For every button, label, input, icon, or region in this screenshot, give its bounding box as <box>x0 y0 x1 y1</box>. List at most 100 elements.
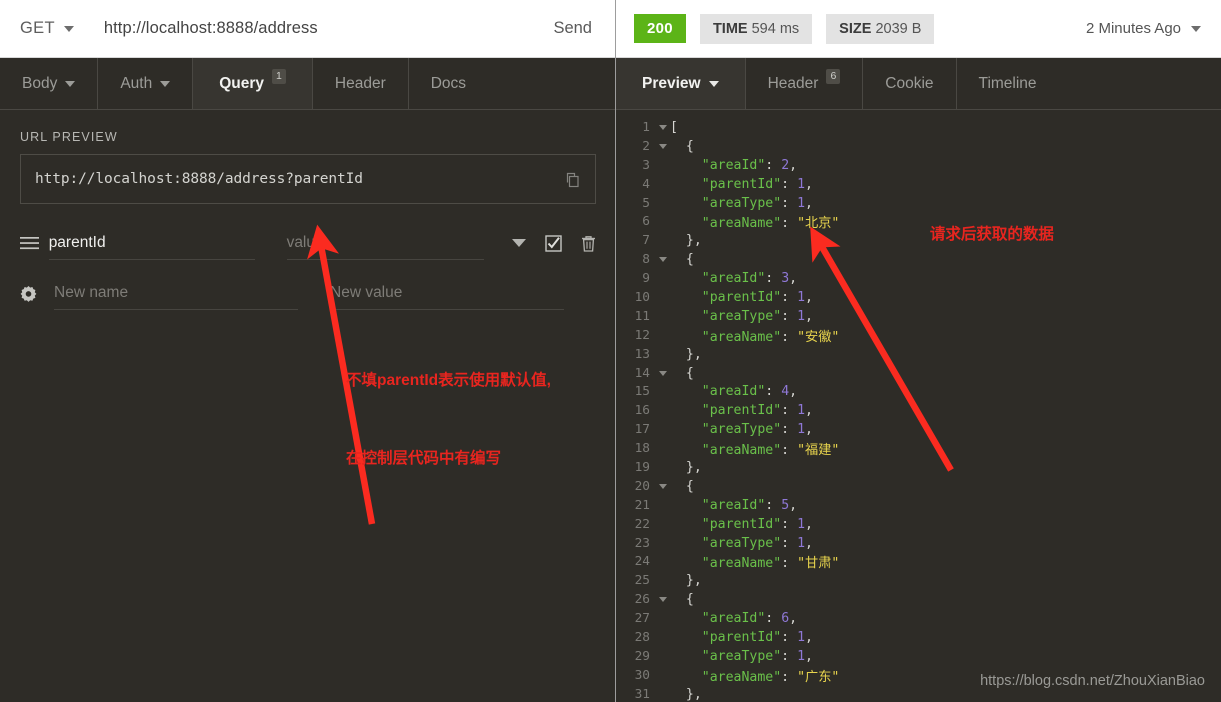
json-line-content: { <box>685 365 694 381</box>
status-badge: 200 <box>634 14 686 43</box>
url-input[interactable]: http://localhost:8888/address <box>104 19 548 38</box>
fold-triangle-icon[interactable] <box>656 597 670 603</box>
json-line: 15 "areaId": 4, <box>616 382 1221 401</box>
json-line-content: "areaId": 5, <box>701 497 798 513</box>
gear-icon[interactable] <box>20 285 54 302</box>
url-preview-value: http://localhost:8888/address?parentId <box>35 171 363 187</box>
fold-triangle-icon[interactable] <box>656 257 670 263</box>
request-bar: GET http://localhost:8888/address Send <box>0 0 616 58</box>
fold-triangle-icon[interactable] <box>656 370 670 376</box>
tab-query-label: Query <box>219 74 265 92</box>
checkbox-checked-icon[interactable] <box>545 234 562 252</box>
annotation-right-text: 请求后获取的数据 <box>929 226 1054 243</box>
tab-timeline[interactable]: Timeline <box>957 58 1059 109</box>
response-panel: 200 TIME 594 ms SIZE 2039 B 2 Minutes Ag… <box>616 0 1221 702</box>
json-line-content: "areaType": 1, <box>701 535 813 551</box>
json-line-content: }, <box>685 346 702 362</box>
query-param-row: parentId value <box>20 218 596 268</box>
chevron-down-icon <box>160 80 171 87</box>
url-preview-section: URL PREVIEW http://localhost:8888/addres… <box>0 110 616 204</box>
json-line: 3 "areaId": 2, <box>616 156 1221 175</box>
json-line-number: 14 <box>634 365 650 381</box>
response-size-label: SIZE <box>839 20 872 37</box>
json-line: 1[ <box>616 118 1221 137</box>
request-tab-bar: Body Auth Query 1 Header Docs <box>0 58 616 110</box>
json-line-number: 12 <box>634 327 650 343</box>
json-line-number: 28 <box>634 629 650 645</box>
tab-cookie[interactable]: Cookie <box>863 58 957 109</box>
new-param-name-placeholder: New name <box>54 283 129 301</box>
json-line: 24 "areaName": "甘肃" <box>616 552 1221 571</box>
tab-docs[interactable]: Docs <box>409 58 488 109</box>
api-client-window: GET http://localhost:8888/address Send B… <box>0 0 1221 702</box>
tab-header[interactable]: Header <box>313 58 409 109</box>
json-line-number: 7 <box>642 233 650 249</box>
json-line-content: "areaType": 1, <box>701 308 813 324</box>
json-line-content: "areaId": 3, <box>701 271 798 287</box>
json-line-number: 19 <box>634 459 650 475</box>
json-line-number: 27 <box>634 611 650 627</box>
tab-response-header[interactable]: Header 6 <box>746 58 864 109</box>
drag-handle-icon[interactable] <box>20 236 49 250</box>
param-row-controls <box>512 234 596 252</box>
chevron-down-icon <box>1191 25 1201 32</box>
annotation-right: 请求后获取的数据 <box>904 196 1054 274</box>
json-line: 10 "parentId": 1, <box>616 288 1221 307</box>
json-line-content: "parentId": 1, <box>701 176 813 192</box>
json-line-number: 31 <box>634 686 650 702</box>
json-line-number: 24 <box>634 554 650 570</box>
fold-triangle-icon[interactable] <box>656 124 670 130</box>
response-history-select[interactable]: 2 Minutes Ago <box>1086 20 1201 37</box>
json-line: 4 "parentId": 1, <box>616 175 1221 194</box>
fold-triangle-icon[interactable] <box>656 143 670 149</box>
json-line: 29 "areaType": 1, <box>616 647 1221 666</box>
json-line-content: "areaId": 2, <box>701 157 798 173</box>
response-status-bar: 200 TIME 594 ms SIZE 2039 B 2 Minutes Ag… <box>616 0 1221 58</box>
watermark: https://blog.csdn.net/ZhouXianBiao <box>980 673 1205 689</box>
copy-icon[interactable] <box>564 171 581 188</box>
response-tab-bar: Preview Header 6 Cookie Timeline <box>616 58 1221 110</box>
fold-triangle-icon[interactable] <box>656 483 670 489</box>
json-line-content: "areaId": 4, <box>701 384 798 400</box>
new-param-value-input[interactable]: New value <box>330 276 564 310</box>
json-line-number: 26 <box>634 592 650 608</box>
tab-cookie-label: Cookie <box>885 74 934 92</box>
json-line-number: 5 <box>642 195 650 211</box>
trash-icon[interactable] <box>581 235 596 252</box>
json-line-content: "parentId": 1, <box>701 403 813 419</box>
json-line-content: "areaName": "福建" <box>701 443 840 459</box>
panel-divider[interactable] <box>615 0 616 702</box>
param-name-input[interactable]: parentId <box>48 226 255 260</box>
http-method-select[interactable]: GET <box>20 19 78 38</box>
tab-auth[interactable]: Auth <box>98 58 194 109</box>
request-panel: GET http://localhost:8888/address Send B… <box>0 0 616 702</box>
tab-preview[interactable]: Preview <box>616 58 746 109</box>
url-preview-box: http://localhost:8888/address?parentId <box>20 154 596 204</box>
annotation-left: 不填parentId表示使用默认值, 在控制层代码中有编写 <box>346 316 551 524</box>
tab-body[interactable]: Body <box>0 58 99 109</box>
json-line: 19 }, <box>616 458 1221 477</box>
json-line: 14 { <box>616 364 1221 383</box>
tab-body-label: Body <box>22 74 58 92</box>
new-param-name-input[interactable]: New name <box>54 276 298 310</box>
param-name-value: parentId <box>48 233 106 251</box>
json-line: 23 "areaType": 1, <box>616 534 1221 553</box>
json-line-number: 25 <box>634 573 650 589</box>
param-value-input[interactable]: value <box>286 226 484 260</box>
json-line-number: 8 <box>642 252 650 268</box>
json-line-content: "areaType": 1, <box>701 195 813 211</box>
chevron-down-icon <box>63 25 74 32</box>
json-line: 27 "areaId": 6, <box>616 609 1221 628</box>
chevron-down-icon[interactable] <box>512 238 526 248</box>
json-line-number: 4 <box>642 176 650 192</box>
json-line-content: { <box>685 478 694 494</box>
json-line-content: "areaName": "甘肃" <box>701 556 840 572</box>
json-line: 21 "areaId": 5, <box>616 496 1221 515</box>
json-line-number: 2 <box>642 138 650 154</box>
response-time-label: TIME <box>712 20 748 37</box>
send-button[interactable]: Send <box>547 13 598 44</box>
tab-query[interactable]: Query 1 <box>193 58 313 109</box>
json-line-number: 15 <box>634 384 650 400</box>
chevron-down-icon <box>708 80 719 87</box>
query-param-rows: parentId value New name New value <box>0 204 616 318</box>
